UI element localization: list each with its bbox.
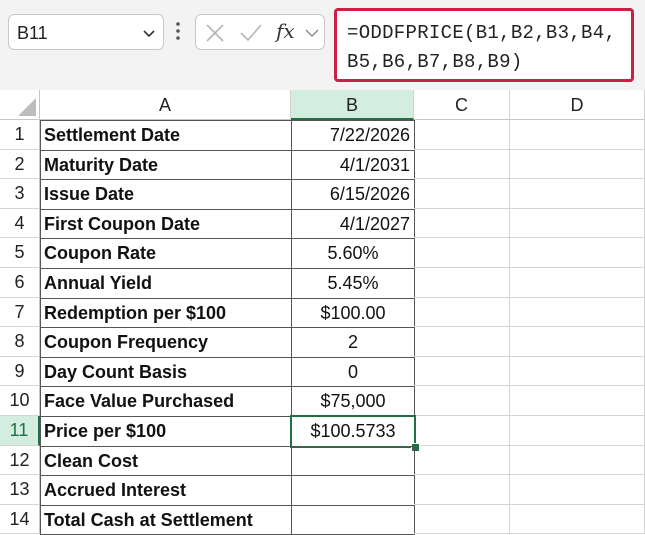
cell-d5[interactable] <box>510 238 645 268</box>
cell-b13[interactable] <box>291 475 415 506</box>
enter-check-icon[interactable] <box>238 21 264 45</box>
cell-d3[interactable] <box>510 179 645 209</box>
cell-c13[interactable] <box>414 475 510 505</box>
row-header-4[interactable]: 4 <box>0 208 40 239</box>
cell-c5[interactable] <box>414 238 510 268</box>
cancel-icon[interactable] <box>204 21 226 45</box>
cell-c9[interactable] <box>414 356 510 387</box>
cell-b10[interactable]: $75,000 <box>291 386 415 417</box>
cell-b5[interactable]: 5.60% <box>291 238 415 269</box>
cell-b8[interactable]: 2 <box>291 327 415 358</box>
cell-a2[interactable]: Maturity Date <box>40 149 292 181</box>
cell-a9[interactable]: Day Count Basis <box>40 356 292 388</box>
cell-d10[interactable] <box>510 386 645 416</box>
select-all-corner[interactable] <box>0 90 40 120</box>
cell-a4[interactable]: First Coupon Date <box>40 208 292 240</box>
cell-c1[interactable] <box>414 120 510 150</box>
chevron-down-icon[interactable] <box>141 25 157 41</box>
row-header-14[interactable]: 14 <box>0 504 40 535</box>
cell-d9[interactable] <box>510 356 645 387</box>
cell-c7[interactable] <box>414 297 510 328</box>
column-header-d[interactable]: D <box>510 90 645 120</box>
cell-a5[interactable]: Coupon Rate <box>40 238 292 269</box>
cell-d4[interactable] <box>510 208 645 239</box>
cell-d8[interactable] <box>510 327 645 357</box>
cell-d11[interactable] <box>510 416 645 446</box>
cell-b7[interactable]: $100.00 <box>291 297 415 329</box>
cell-a12[interactable]: Clean Cost <box>40 445 292 477</box>
cell-a6[interactable]: Annual Yield <box>40 268 292 299</box>
formula-actions: fx <box>195 14 325 50</box>
cell-d1[interactable] <box>510 120 645 150</box>
cell-c10[interactable] <box>414 386 510 416</box>
row-header-2[interactable]: 2 <box>0 149 40 180</box>
row-header-8[interactable]: 8 <box>0 327 40 357</box>
cell-c8[interactable] <box>414 327 510 357</box>
row-header-7[interactable]: 7 <box>0 297 40 328</box>
name-box[interactable]: B11 <box>8 14 164 50</box>
active-cell-border <box>290 415 416 448</box>
cell-a7[interactable]: Redemption per $100 <box>40 297 292 329</box>
cell-c6[interactable] <box>414 268 510 298</box>
cell-d14[interactable] <box>510 504 645 535</box>
row-header-13[interactable]: 13 <box>0 475 40 505</box>
column-header-c[interactable]: C <box>414 90 510 120</box>
cell-d13[interactable] <box>510 475 645 505</box>
cell-b12[interactable] <box>291 445 415 477</box>
cell-b9[interactable]: 0 <box>291 356 415 388</box>
row-header-12[interactable]: 12 <box>0 445 40 476</box>
cell-a1[interactable]: Settlement Date <box>40 120 292 151</box>
row-header-3[interactable]: 3 <box>0 179 40 209</box>
column-header-b[interactable]: B <box>291 90 414 120</box>
name-box-value: B11 <box>17 23 48 43</box>
cell-c12[interactable] <box>414 445 510 476</box>
cell-a13[interactable]: Accrued Interest <box>40 475 292 506</box>
cell-c14[interactable] <box>414 504 510 535</box>
cell-b1[interactable]: 7/22/2026 <box>291 120 415 151</box>
row-header-9[interactable]: 9 <box>0 356 40 387</box>
row-header-11[interactable]: 11 <box>0 416 40 446</box>
row-header-10[interactable]: 10 <box>0 386 40 416</box>
cell-a10[interactable]: Face Value Purchased <box>40 386 292 417</box>
cell-a8[interactable]: Coupon Frequency <box>40 327 292 358</box>
insert-function-icon[interactable]: fx <box>276 19 295 43</box>
select-all-triangle-icon <box>18 98 36 116</box>
cell-c11[interactable] <box>414 416 510 446</box>
cell-a14[interactable]: Total Cash at Settlement <box>40 504 292 535</box>
cell-a11[interactable]: Price per $100 <box>40 416 292 447</box>
row-header-1[interactable]: 1 <box>0 120 40 150</box>
cell-b3[interactable]: 6/15/2026 <box>291 179 415 210</box>
formula-input[interactable]: =ODDFPRICE(B1,B2,B3,B4, B5,B6,B7,B8,B9) <box>334 8 634 82</box>
formula-bar-area: B11 fx =ODDFPRICE(B1,B2,B3,B4, B5,B6,B7,… <box>0 0 645 90</box>
cell-c2[interactable] <box>414 149 510 180</box>
cell-c4[interactable] <box>414 208 510 239</box>
cell-b14[interactable] <box>291 504 415 535</box>
cell-a3[interactable]: Issue Date <box>40 179 292 210</box>
chevron-down-icon[interactable] <box>304 25 320 41</box>
cell-b4[interactable]: 4/1/2027 <box>291 208 415 240</box>
cell-b6[interactable]: 5.45% <box>291 268 415 299</box>
cell-d6[interactable] <box>510 268 645 298</box>
cell-d7[interactable] <box>510 297 645 328</box>
cell-c3[interactable] <box>414 179 510 209</box>
cell-b2[interactable]: 4/1/2031 <box>291 149 415 181</box>
more-options-icon[interactable] <box>175 20 181 42</box>
row-header-5[interactable]: 5 <box>0 238 40 268</box>
column-header-a[interactable]: A <box>40 90 291 120</box>
cell-d12[interactable] <box>510 445 645 476</box>
row-header-6[interactable]: 6 <box>0 268 40 298</box>
cell-d2[interactable] <box>510 149 645 180</box>
